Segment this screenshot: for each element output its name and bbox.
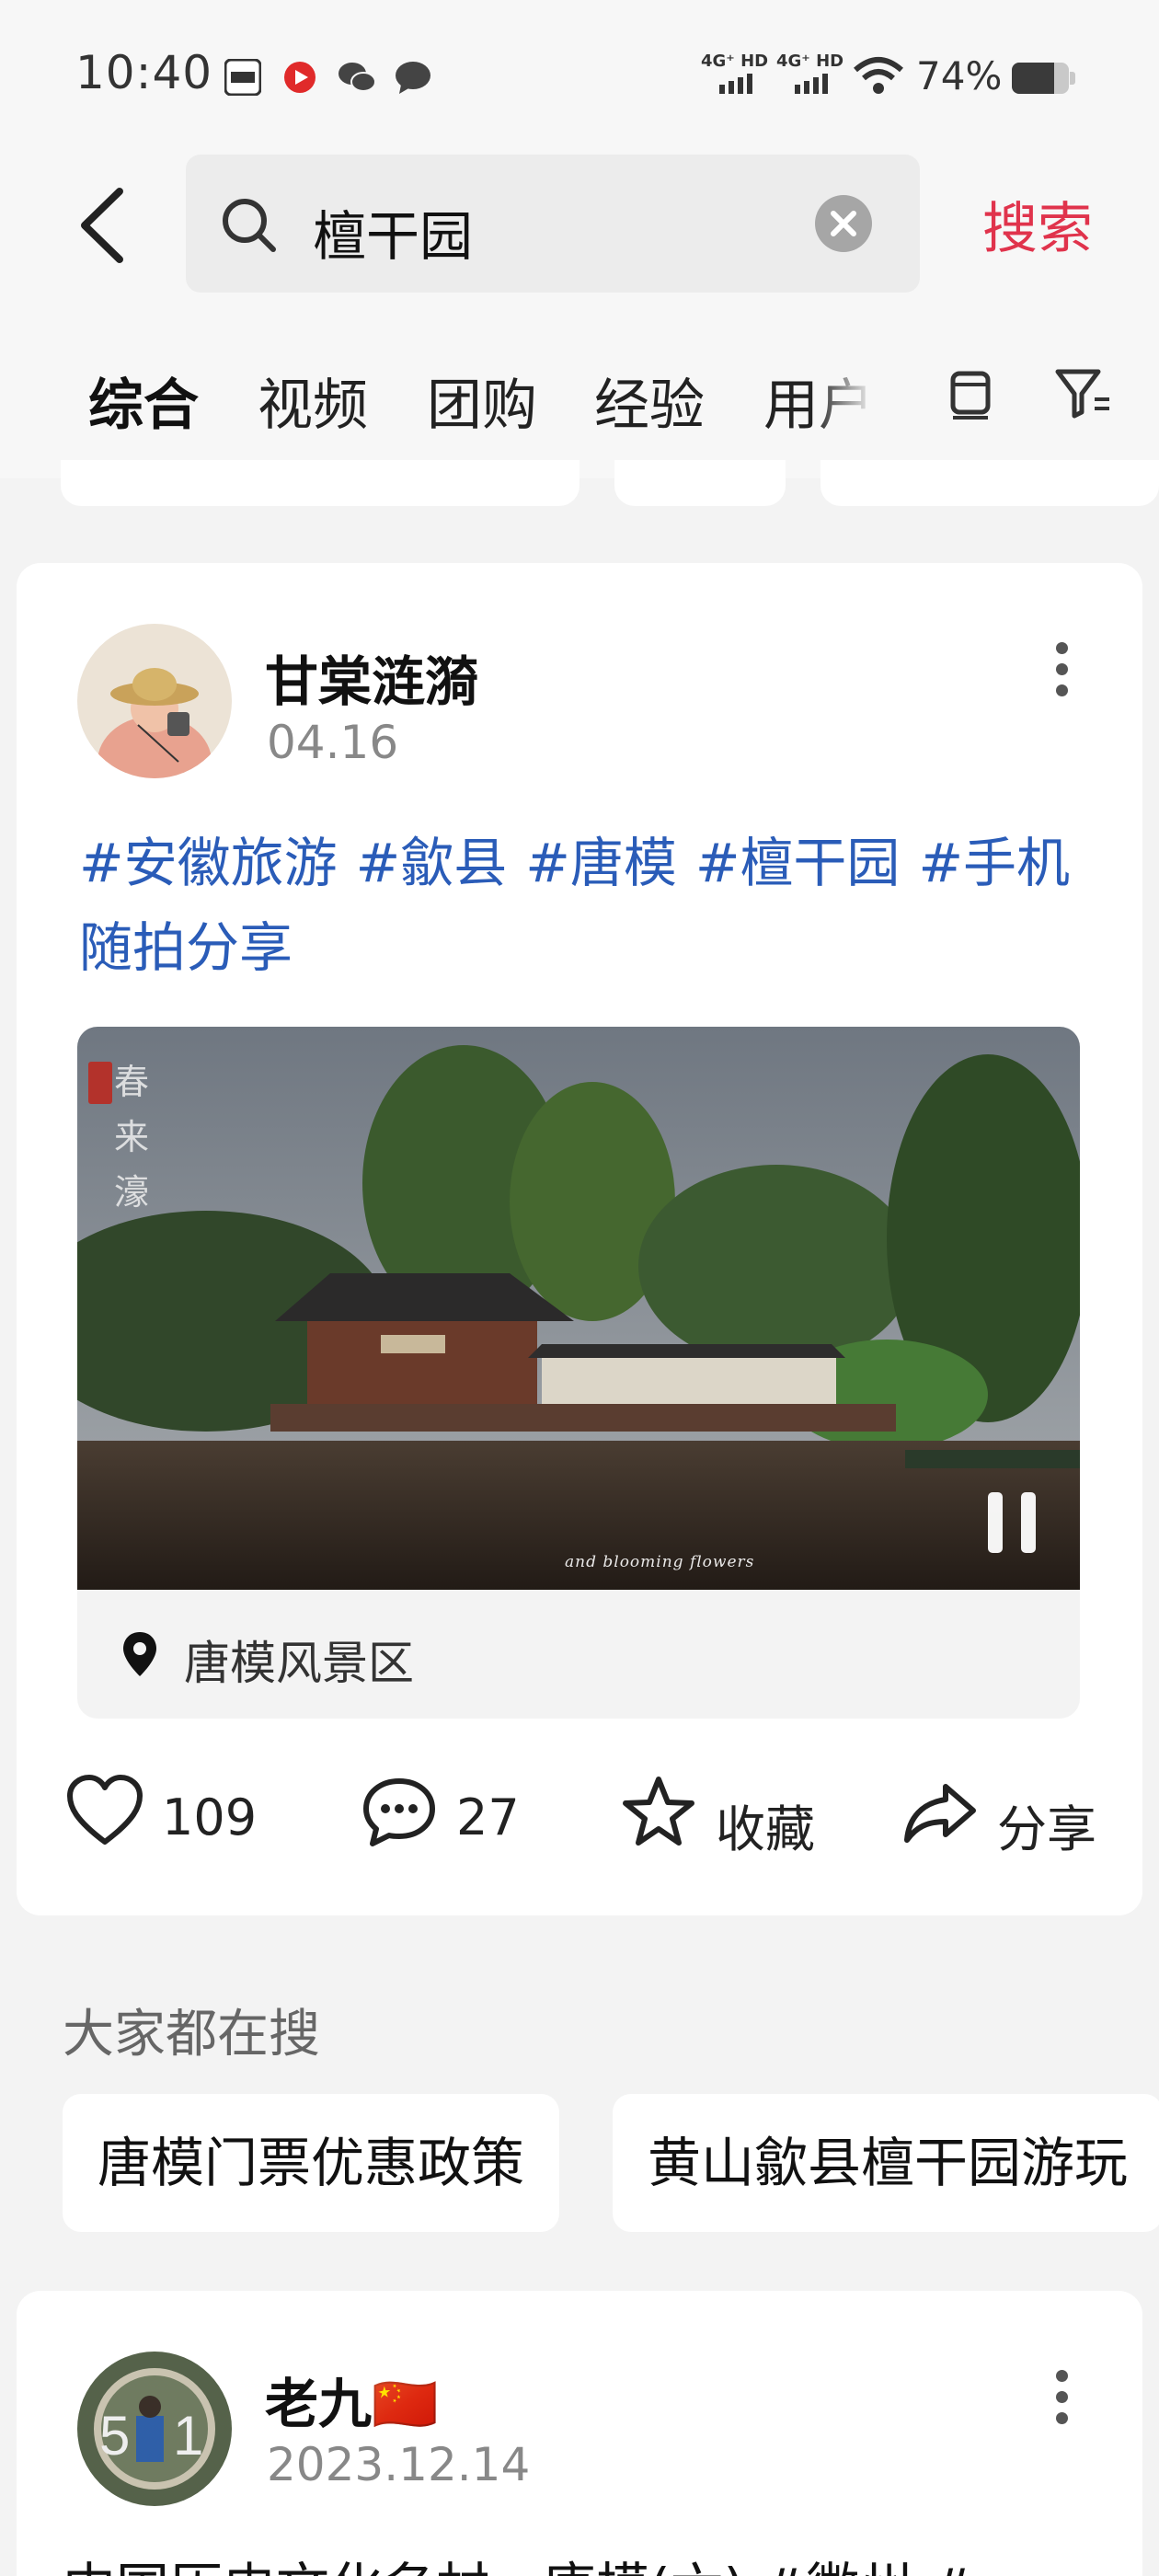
author-name[interactable]: 甘棠涟漪 <box>265 638 478 716</box>
svg-text:5: 5 <box>99 2405 130 2467</box>
search-input[interactable]: 檀干园 <box>186 155 920 293</box>
comment-count: 27 <box>456 1788 520 1846</box>
filter-icon[interactable] <box>1052 364 1115 421</box>
hashtag[interactable]: #安徽旅游 <box>79 832 338 894</box>
svg-text:1: 1 <box>173 2405 203 2467</box>
signal-icon-2 <box>795 74 828 94</box>
signal-icon-1 <box>719 74 752 94</box>
hashtag[interactable]: #歙县 <box>356 832 508 894</box>
author-name[interactable]: 老九🇨🇳 <box>265 2361 438 2438</box>
share-icon <box>904 1784 976 1843</box>
video-player[interactable]: 春来濠 and blooming flowers <box>77 1027 1080 1590</box>
favorite-label: 收藏 <box>716 1800 815 1858</box>
heart-icon <box>67 1775 143 1845</box>
battery-icon <box>1012 63 1069 94</box>
wifi-icon <box>854 57 903 94</box>
video-caption: and blooming flowers <box>565 1553 755 1571</box>
star-icon <box>623 1777 694 1846</box>
related-searches-title: 大家都在搜 <box>63 2005 320 2064</box>
like-count: 109 <box>162 1788 258 1846</box>
tab-experience[interactable]: 经验 <box>594 361 705 441</box>
more-icon[interactable] <box>1056 642 1069 706</box>
avatar[interactable] <box>77 624 232 778</box>
video-overlay-text: 春来濠 <box>114 1062 150 1213</box>
video-app-icon <box>284 62 316 93</box>
post-date: 2023.12.14 <box>267 2438 531 2491</box>
toutiao-icon <box>224 59 261 96</box>
related-search-chip[interactable]: 唐模门票优惠政策 <box>63 2094 560 2232</box>
back-icon[interactable] <box>72 184 136 267</box>
layout-toggle-icon[interactable] <box>942 364 999 421</box>
network-label-2: 4G⁺ HD <box>776 52 844 71</box>
status-time: 10:40 <box>75 46 213 99</box>
more-icon[interactable] <box>1056 2370 1069 2433</box>
post-card[interactable]: 1 5 老九🇨🇳 2023.12.14 <box>17 2291 1142 2576</box>
tab-video[interactable]: 视频 <box>258 361 368 441</box>
battery-percent: 74% <box>916 53 1003 98</box>
post-text: 中国历史文化名村，唐模(六) #徽州 # <box>63 2545 974 2576</box>
avatar[interactable]: 1 5 <box>77 2352 232 2506</box>
network-label-1: 4G⁺ HD <box>701 52 769 71</box>
video-frame <box>77 1027 1080 1590</box>
related-search-chip[interactable]: 黄山歙县檀干园游玩 <box>613 2094 1159 2232</box>
pause-icon[interactable] <box>982 1492 1047 1553</box>
clear-icon[interactable] <box>815 195 872 252</box>
tab-users[interactable]: 用户 <box>763 361 874 441</box>
post-date: 04.16 <box>267 716 399 769</box>
post-card[interactable]: 甘棠涟漪 04.16 #安徽旅游 #歙县 #唐模 #檀干园 #手机随拍分享 春来… <box>17 563 1142 1915</box>
status-bar: 10:40 4G⁺ HD 4G⁺ HD 74% <box>0 0 1159 147</box>
location-pin-icon <box>123 1632 156 1676</box>
wechat-icon <box>339 63 376 92</box>
location-name: 唐模风景区 <box>184 1637 414 1690</box>
tab-comprehensive[interactable]: 综合 <box>88 361 199 441</box>
share-label: 分享 <box>997 1800 1096 1858</box>
comment-icon <box>363 1778 435 1846</box>
location-tag[interactable]: 唐模风景区 <box>77 1590 1080 1719</box>
hashtag[interactable]: #唐模 <box>525 832 677 894</box>
filter-tabs: 综合 视频 团购 经验 用户 <box>0 304 1159 478</box>
video-seal-stamp <box>88 1062 112 1104</box>
search-icon <box>223 199 276 252</box>
tab-group-buy[interactable]: 团购 <box>427 361 537 441</box>
post-hashtags: #安徽旅游 #歙县 #唐模 #檀干园 #手机随拍分享 <box>79 821 1109 990</box>
search-query: 檀干园 <box>313 205 474 268</box>
hashtag[interactable]: #檀干园 <box>695 832 901 894</box>
message-icon <box>396 62 430 94</box>
search-button[interactable]: 搜索 <box>982 184 1093 264</box>
